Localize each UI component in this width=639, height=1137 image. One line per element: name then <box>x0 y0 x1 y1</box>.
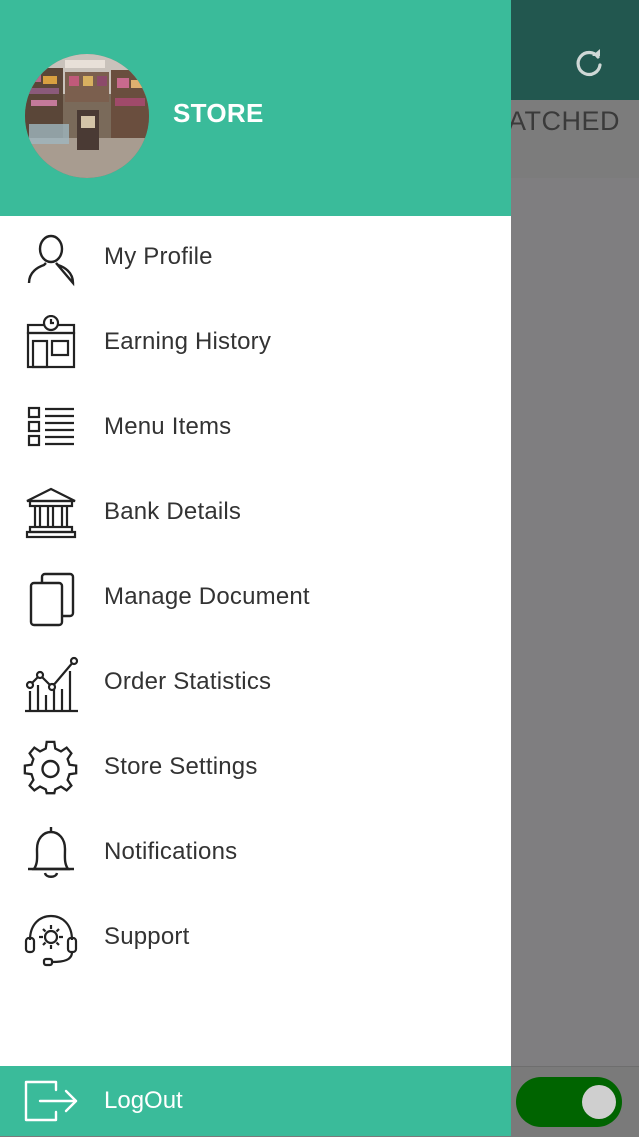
menu-item-menu-items[interactable]: Menu Items <box>0 386 511 471</box>
refresh-icon[interactable] <box>574 48 604 78</box>
store-name: STORE <box>173 98 264 128</box>
menu-item-order-statistics[interactable]: Order Statistics <box>0 641 511 726</box>
chart-icon <box>22 655 80 713</box>
documents-icon <box>22 570 80 628</box>
menu-item-label: Menu Items <box>104 413 232 440</box>
drawer-header: STORE <box>0 0 511 216</box>
menu-item-label: Support <box>104 923 190 950</box>
bank-icon <box>22 485 80 543</box>
toggle-knob <box>582 1085 616 1119</box>
store-avatar[interactable] <box>25 54 149 178</box>
menu-item-manage-document[interactable]: Manage Document <box>0 556 511 641</box>
drawer-menu: My Profile Earning History Menu Items Ba… <box>0 216 511 981</box>
logout-label: LogOut <box>104 1087 183 1114</box>
menu-item-label: Order Statistics <box>104 668 272 695</box>
menu-item-store-settings[interactable]: Store Settings <box>0 726 511 811</box>
navigation-drawer: STORE My Profile Earning History Menu It… <box>0 0 511 1136</box>
menu-item-label: Bank Details <box>104 498 242 525</box>
menu-item-label: Manage Document <box>104 583 310 610</box>
menu-item-earning-history[interactable]: Earning History <box>0 301 511 386</box>
gear-icon <box>22 740 80 798</box>
menu-item-label: My Profile <box>104 243 213 270</box>
bell-icon <box>22 825 80 883</box>
availability-toggle[interactable] <box>516 1077 622 1127</box>
user-icon <box>22 230 80 288</box>
list-icon <box>22 400 80 458</box>
logout-button[interactable]: LogOut <box>0 1066 511 1136</box>
headset-icon <box>22 910 80 968</box>
logout-icon <box>22 1078 80 1124</box>
menu-item-notifications[interactable]: Notifications <box>0 811 511 896</box>
menu-item-label: Earning History <box>104 328 272 355</box>
menu-item-support[interactable]: Support <box>0 896 511 981</box>
menu-item-my-profile[interactable]: My Profile <box>0 216 511 301</box>
menu-item-bank-details[interactable]: Bank Details <box>0 471 511 556</box>
menu-item-label: Notifications <box>104 838 238 865</box>
menu-item-label: Store Settings <box>104 753 258 780</box>
store-clock-icon <box>22 315 80 373</box>
